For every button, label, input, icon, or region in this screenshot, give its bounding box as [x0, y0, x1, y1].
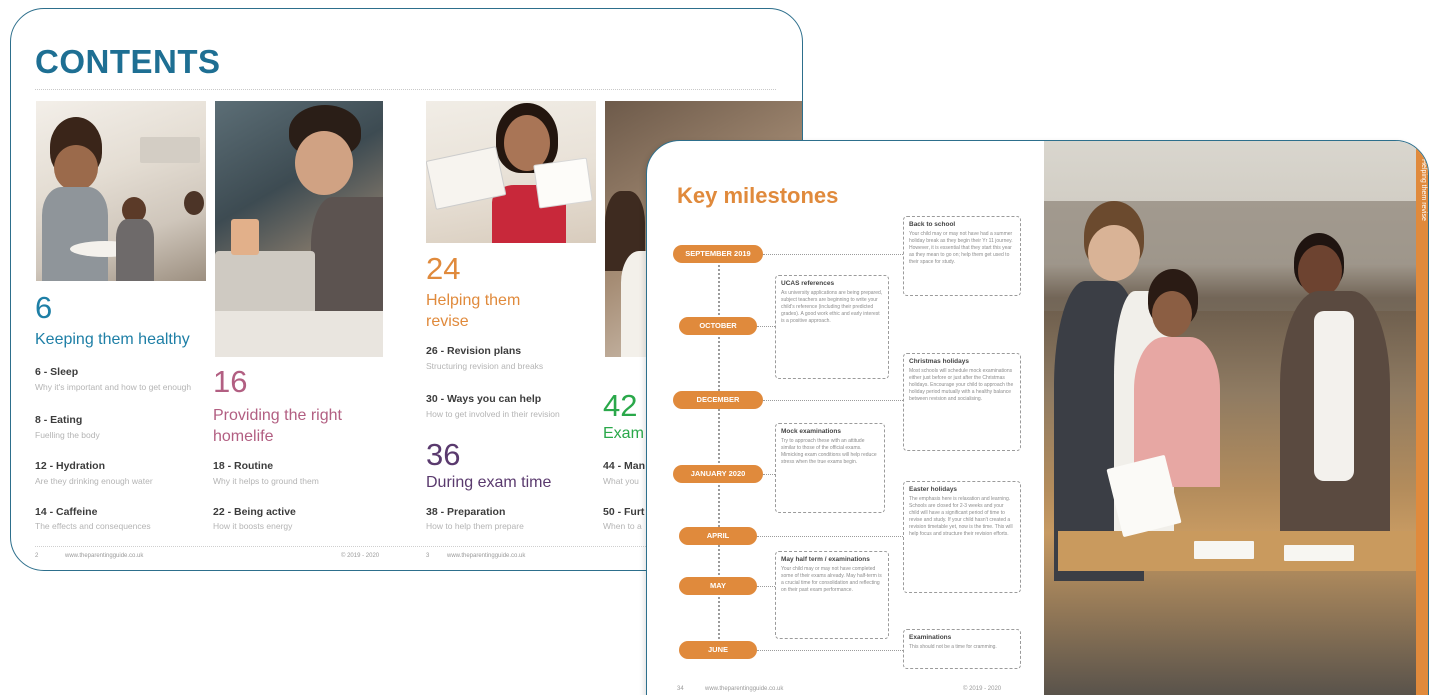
entry-sleep-desc: Why it's important and how to get enough: [35, 382, 192, 392]
box-text: Your child may or may not have had a sum…: [909, 231, 1013, 265]
entry-revision-plans-desc: Structuring revision and breaks: [426, 361, 544, 371]
laptop-photo: [215, 101, 383, 357]
box-text: This should not be a time for cramming.: [909, 644, 997, 650]
milestones-footer-copyright: © 2019 - 2020: [963, 686, 1002, 692]
entry-sleep[interactable]: 6 - Sleep: [35, 366, 78, 378]
entry-44[interactable]: 44 - Man: [603, 460, 645, 472]
box-title: Examinations: [909, 634, 952, 641]
section-number-6: 6: [35, 290, 53, 325]
entry-ways-to-help[interactable]: 30 - Ways you can help: [426, 393, 541, 405]
box-title: Mock examinations: [781, 428, 841, 435]
entry-being-active-desc: How it boosts energy: [213, 521, 293, 531]
entry-eating[interactable]: 8 - Eating: [35, 414, 82, 426]
box-title: Back to school: [909, 221, 956, 228]
entry-hydration-desc: Are they drinking enough water: [35, 476, 153, 486]
footer-page-left: 2: [35, 553, 39, 559]
milestone-box-back-to-school: Back to school Your child may or may not…: [903, 216, 1021, 296]
milestone-box-easter: Easter holidays The emphasis here is rel…: [903, 481, 1021, 593]
section-number-16: 16: [213, 364, 248, 399]
month-pill-june: JUNE: [679, 641, 757, 659]
connector: [763, 254, 903, 255]
connector: [763, 474, 775, 475]
section-number-42: 42: [603, 388, 638, 423]
footer-page-right: 3: [426, 553, 430, 559]
month-pill-december: DECEMBER: [673, 391, 763, 409]
entry-eating-desc: Fuelling the body: [35, 430, 100, 440]
entry-50-desc: When to a: [603, 521, 642, 531]
milestone-box-examinations: Examinations This should not be a time f…: [903, 629, 1021, 669]
timeline-line: [718, 249, 720, 659]
connector: [757, 536, 903, 537]
milestone-box-may-half-term: May half term / examinations Your child …: [775, 551, 889, 639]
month-pill-april: APRIL: [679, 527, 757, 545]
section-side-tab: Helping them revise: [1416, 141, 1428, 695]
milestone-box-christmas: Christmas holidays Most schools will sch…: [903, 353, 1021, 451]
section-title-revise: Helping them revise: [426, 292, 521, 330]
milestones-footer-page: 34: [677, 686, 684, 692]
milestones-title: Key milestones: [677, 183, 839, 208]
entry-being-active[interactable]: 22 - Being active: [213, 506, 296, 518]
box-text: As university applications are being pre…: [781, 290, 883, 324]
connector: [757, 650, 903, 651]
footer-url-right: www.theparentingguide.co.uk: [447, 553, 526, 559]
milestones-footer-url: www.theparentingguide.co.uk: [705, 686, 784, 692]
library-students-photo: [1044, 141, 1420, 695]
connector: [757, 586, 775, 587]
contents-title: CONTENTS: [35, 43, 221, 80]
milestone-box-ucas: UCAS references As university applicatio…: [775, 275, 889, 379]
milestones-spread: Key milestones SEPTEMBER 2019 OCTOBER DE…: [646, 140, 1429, 695]
box-title: May half term / examinations: [781, 556, 870, 563]
month-pill-january: JANUARY 2020: [673, 465, 763, 483]
entry-routine-desc: Why it helps to ground them: [213, 476, 319, 486]
box-title: Easter holidays: [909, 486, 958, 493]
footer-copyright-left: © 2019 - 2020: [341, 553, 380, 559]
title-divider: [35, 89, 776, 90]
side-tab-label: Helping them revise: [1420, 159, 1427, 221]
box-title: Christmas holidays: [909, 358, 969, 365]
section-title-exam-time: During exam time: [426, 474, 552, 491]
section-title-exam: Exam: [603, 425, 644, 442]
footer-url-left: www.theparentingguide.co.uk: [65, 553, 144, 559]
entry-routine[interactable]: 18 - Routine: [213, 460, 273, 472]
entry-caffeine-desc: The effects and consequences: [35, 521, 151, 531]
entry-revision-plans[interactable]: 26 - Revision plans: [426, 345, 521, 357]
entry-caffeine[interactable]: 14 - Caffeine: [35, 506, 97, 518]
section-title-homelife: Providing the right homelife: [213, 407, 342, 445]
box-title: UCAS references: [781, 280, 835, 287]
kitchen-photo: [36, 101, 206, 281]
revision-cards-photo: [426, 101, 596, 243]
box-text: Your child may or may not have completed…: [781, 566, 882, 593]
month-pill-october: OCTOBER: [679, 317, 757, 335]
entry-hydration[interactable]: 12 - Hydration: [35, 460, 105, 472]
entry-ways-to-help-desc: How to get involved in their revision: [426, 409, 560, 419]
entry-preparation[interactable]: 38 - Preparation: [426, 506, 505, 518]
box-text: Most schools will schedule mock examinat…: [909, 368, 1014, 402]
box-text: The emphasis here is relaxation and lear…: [909, 496, 1013, 537]
connector: [763, 400, 903, 401]
section-title-healthy: Keeping them healthy: [35, 331, 190, 348]
entry-preparation-desc: How to help them prepare: [426, 521, 524, 531]
box-text: Try to approach these with an attitude s…: [781, 438, 877, 465]
milestone-box-mock-exams: Mock examinations Try to approach these …: [775, 423, 885, 513]
entry-50[interactable]: 50 - Furt: [603, 506, 644, 518]
month-pill-may: MAY: [679, 577, 757, 595]
connector: [757, 326, 775, 327]
section-number-36: 36: [426, 437, 461, 472]
entry-44-desc: What you: [603, 476, 639, 486]
month-pill-september: SEPTEMBER 2019: [673, 245, 763, 263]
section-number-24: 24: [426, 251, 461, 286]
